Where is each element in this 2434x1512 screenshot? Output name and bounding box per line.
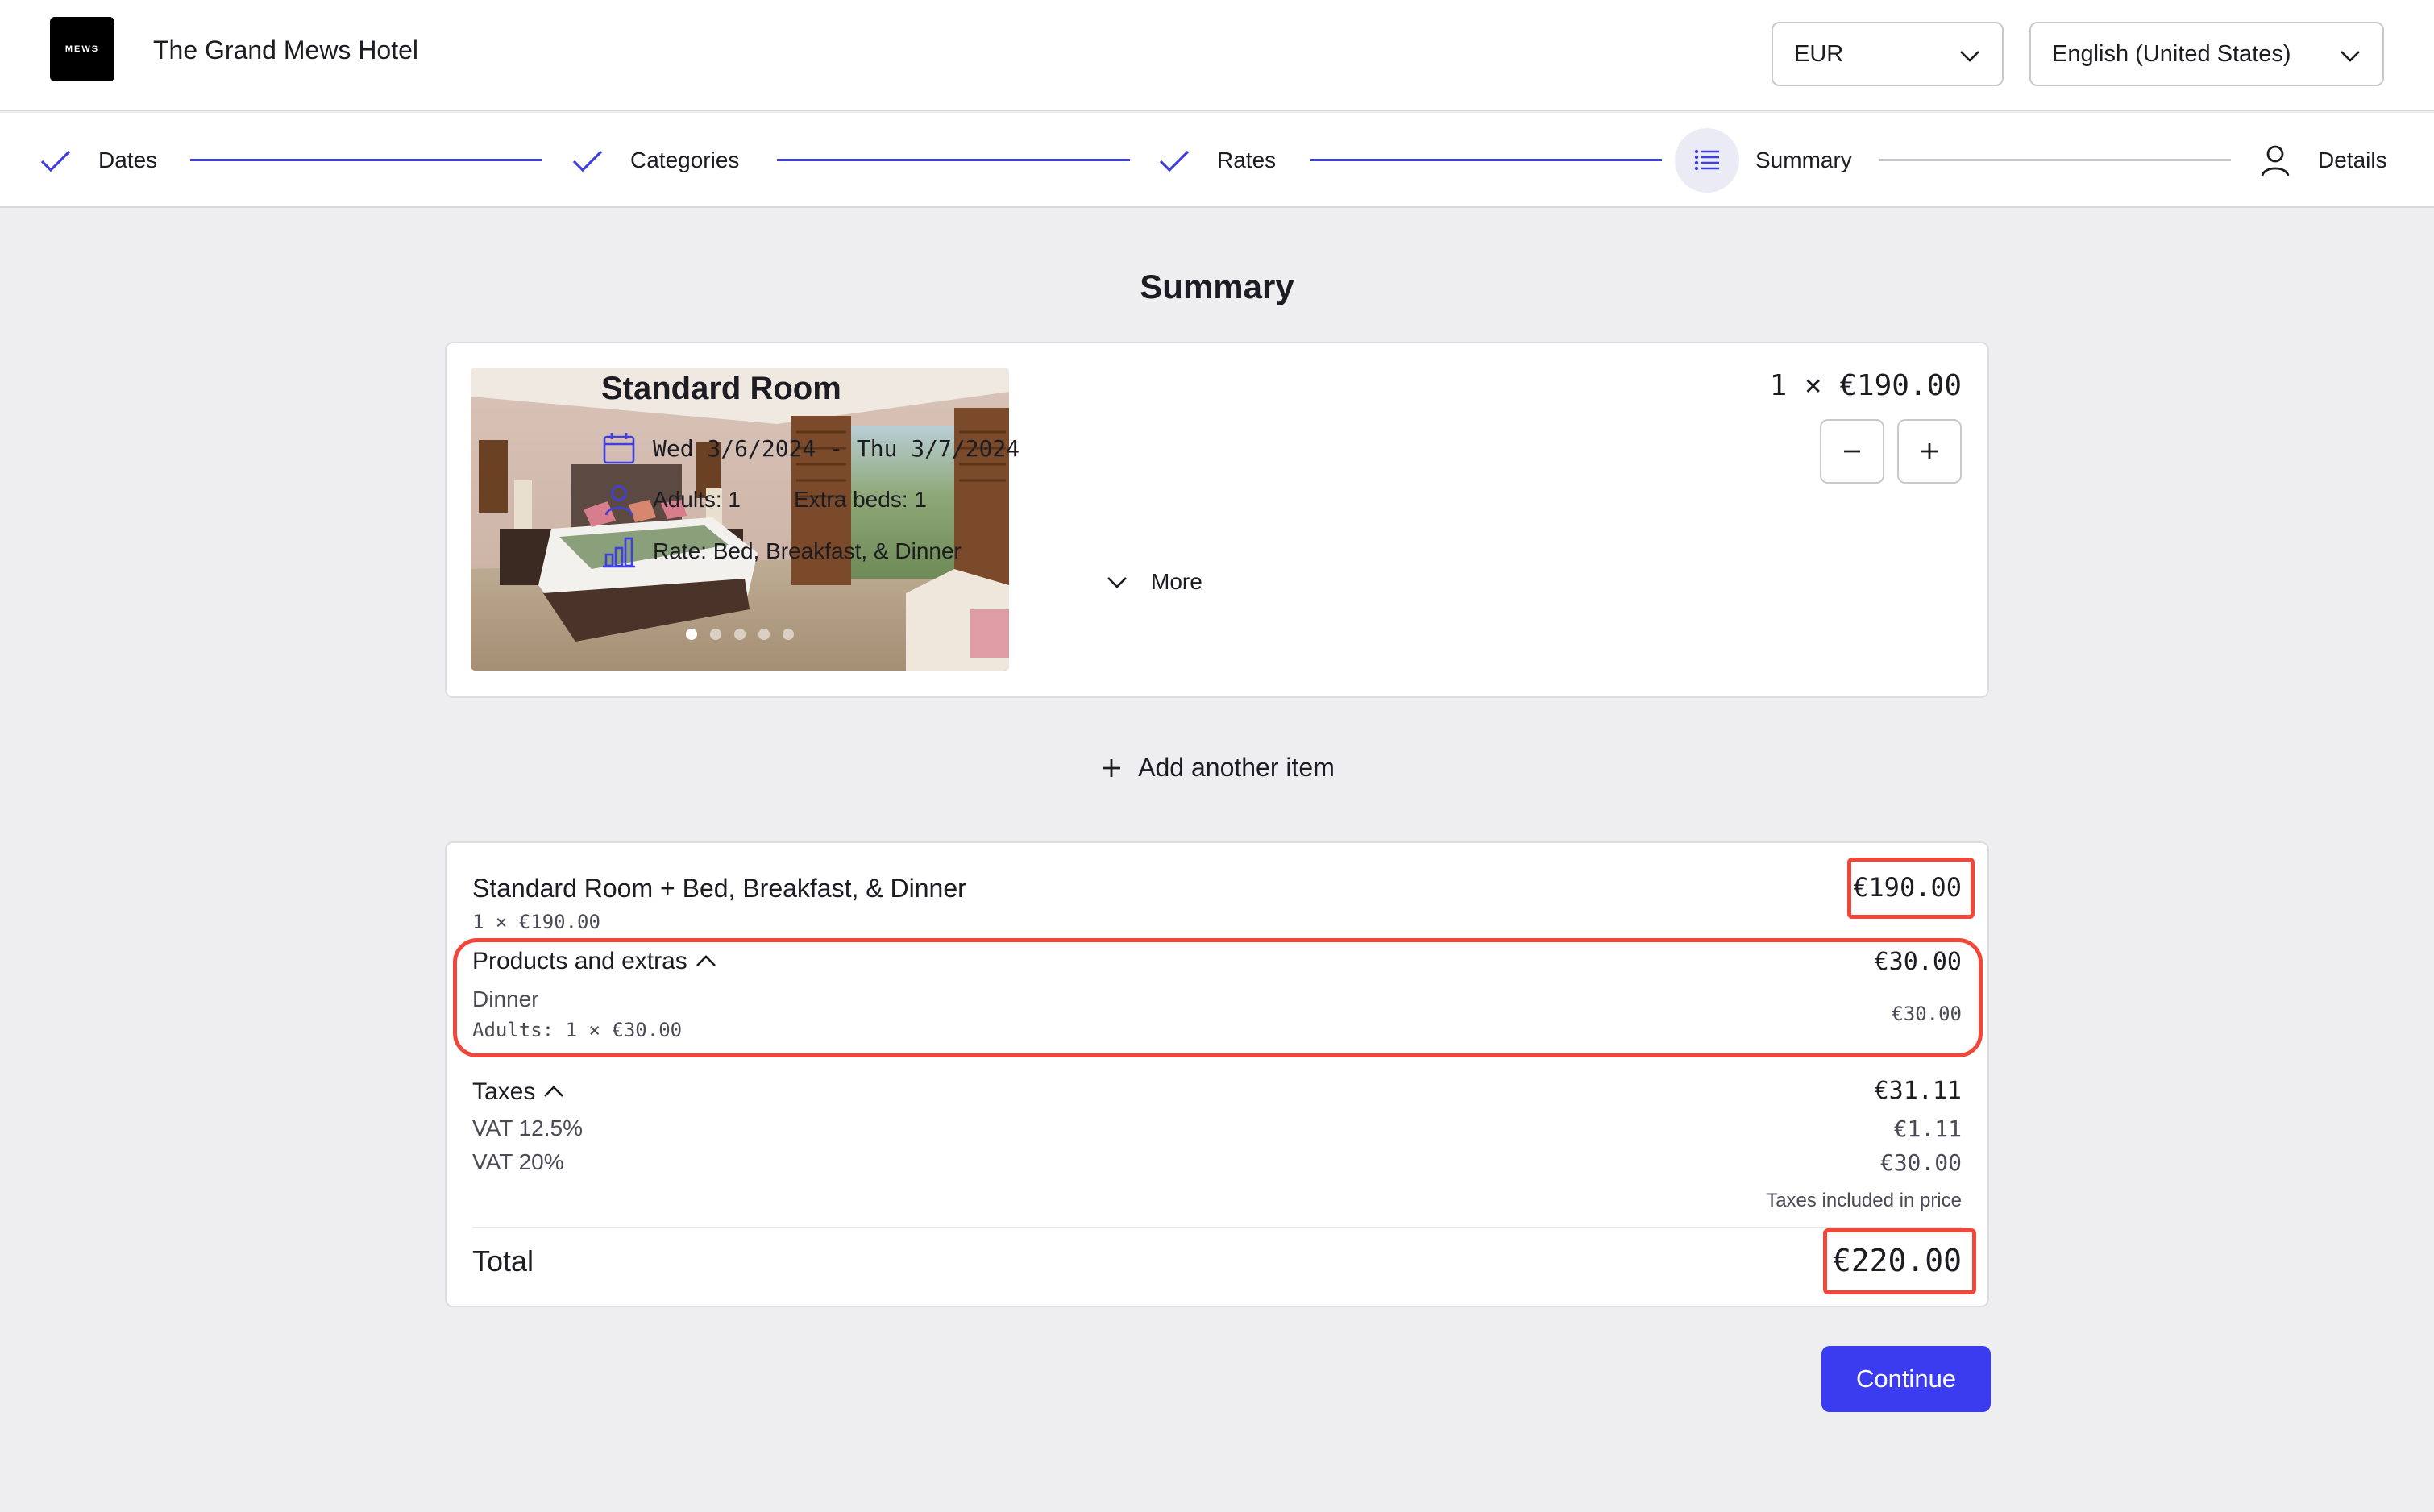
continue-button[interactable]: Continue (1821, 1346, 1991, 1412)
chevron-down-icon (1960, 51, 1979, 62)
check-icon (37, 142, 74, 179)
price-summary-card (445, 841, 1989, 1307)
step-connector (190, 159, 542, 161)
taxes-note: Taxes included in price (1766, 1190, 1962, 1211)
person-icon (2257, 142, 2294, 179)
taxes-toggle[interactable]: Taxes (472, 1078, 566, 1106)
total-label: Total (472, 1244, 534, 1277)
step-summary[interactable]: Summary (1675, 113, 1852, 208)
room-photo-carousel[interactable] (471, 368, 1009, 671)
highlight-box (1847, 858, 1975, 919)
step-label: Rates (1217, 147, 1277, 172)
vat1-label: VAT 12.5% (472, 1115, 583, 1140)
hotel-name: The Grand Mews Hotel (153, 35, 419, 64)
divider (472, 1227, 1962, 1228)
plus-icon (1921, 443, 1938, 459)
step-rates[interactable]: Rates (1156, 113, 1276, 208)
chevron-down-icon (1107, 577, 1127, 588)
currency-select[interactable]: EUR (1772, 22, 2004, 86)
step-connector (777, 159, 1130, 161)
vat1-value: €1.11 (1893, 1115, 1962, 1142)
plus-icon (1103, 758, 1121, 777)
top-header: MEWS The Grand Mews Hotel EUR English (U… (0, 0, 2434, 111)
more-toggle[interactable]: More (1104, 569, 1202, 595)
vat2-value: €30.00 (1879, 1149, 1962, 1176)
booking-stepper: Dates Categories Rates Summary Details (0, 113, 2434, 208)
chevron-up-icon (544, 1086, 564, 1097)
room-line-sub: 1 × €190.00 (472, 911, 600, 933)
bar-chart-icon (601, 534, 637, 569)
room-line-label: Standard Room + Bed, Breakfast, & Dinner (472, 874, 966, 903)
room-dates-row: Wed 3/6/2024 - Thu 3/7/2024 (601, 430, 1020, 466)
highlight-box (1823, 1228, 1976, 1294)
language-value: English (United States) (2052, 40, 2291, 67)
check-icon (569, 142, 606, 179)
room-name: Standard Room (601, 371, 841, 406)
chevron-down-icon (2341, 51, 2360, 62)
room-photo (471, 368, 1009, 671)
taxes-total: €31.11 (1874, 1077, 1962, 1105)
vat2-label: VAT 20% (472, 1149, 564, 1174)
step-connector (1310, 159, 1662, 161)
add-item-label: Add another item (1138, 753, 1335, 782)
list-icon (1675, 128, 1739, 193)
step-label: Details (2318, 147, 2387, 172)
step-details[interactable]: Details (2257, 113, 2387, 208)
add-another-item-button[interactable]: Add another item (0, 753, 2434, 783)
more-label: More (1151, 569, 1202, 594)
room-dates: Wed 3/6/2024 - Thu 3/7/2024 (653, 434, 1020, 462)
increase-quantity-button[interactable] (1897, 419, 1962, 484)
step-connector (1879, 159, 2231, 161)
step-label: Summary (1755, 147, 1852, 172)
step-label: Dates (98, 147, 158, 172)
language-select[interactable]: English (United States) (2029, 22, 2384, 86)
minus-icon (1844, 450, 1860, 453)
room-unit-price: 1 × €190.00 (1769, 369, 1962, 402)
room-guests-row: Adults: 1 Extra beds: 1 (601, 482, 927, 517)
mews-logo[interactable]: MEWS (50, 17, 114, 81)
adults-count: Adults: 1 (653, 487, 741, 512)
decrease-quantity-button[interactable] (1820, 419, 1884, 484)
extra-beds-count: Extra beds: 1 (793, 487, 927, 512)
carousel-dots[interactable] (471, 629, 1009, 640)
step-label: Categories (630, 147, 740, 172)
highlight-box (453, 938, 1983, 1057)
room-rate: Rate: Bed, Breakfast, & Dinner (653, 538, 962, 563)
step-categories[interactable]: Categories (569, 113, 739, 208)
room-rate-row: Rate: Bed, Breakfast, & Dinner (601, 534, 962, 569)
person-icon (601, 482, 637, 517)
check-icon (1156, 142, 1193, 179)
calendar-icon (601, 430, 637, 466)
page-title: Summary (1140, 268, 1294, 305)
taxes-label: Taxes (472, 1078, 536, 1105)
currency-value: EUR (1794, 40, 1844, 67)
step-dates[interactable]: Dates (37, 113, 157, 208)
